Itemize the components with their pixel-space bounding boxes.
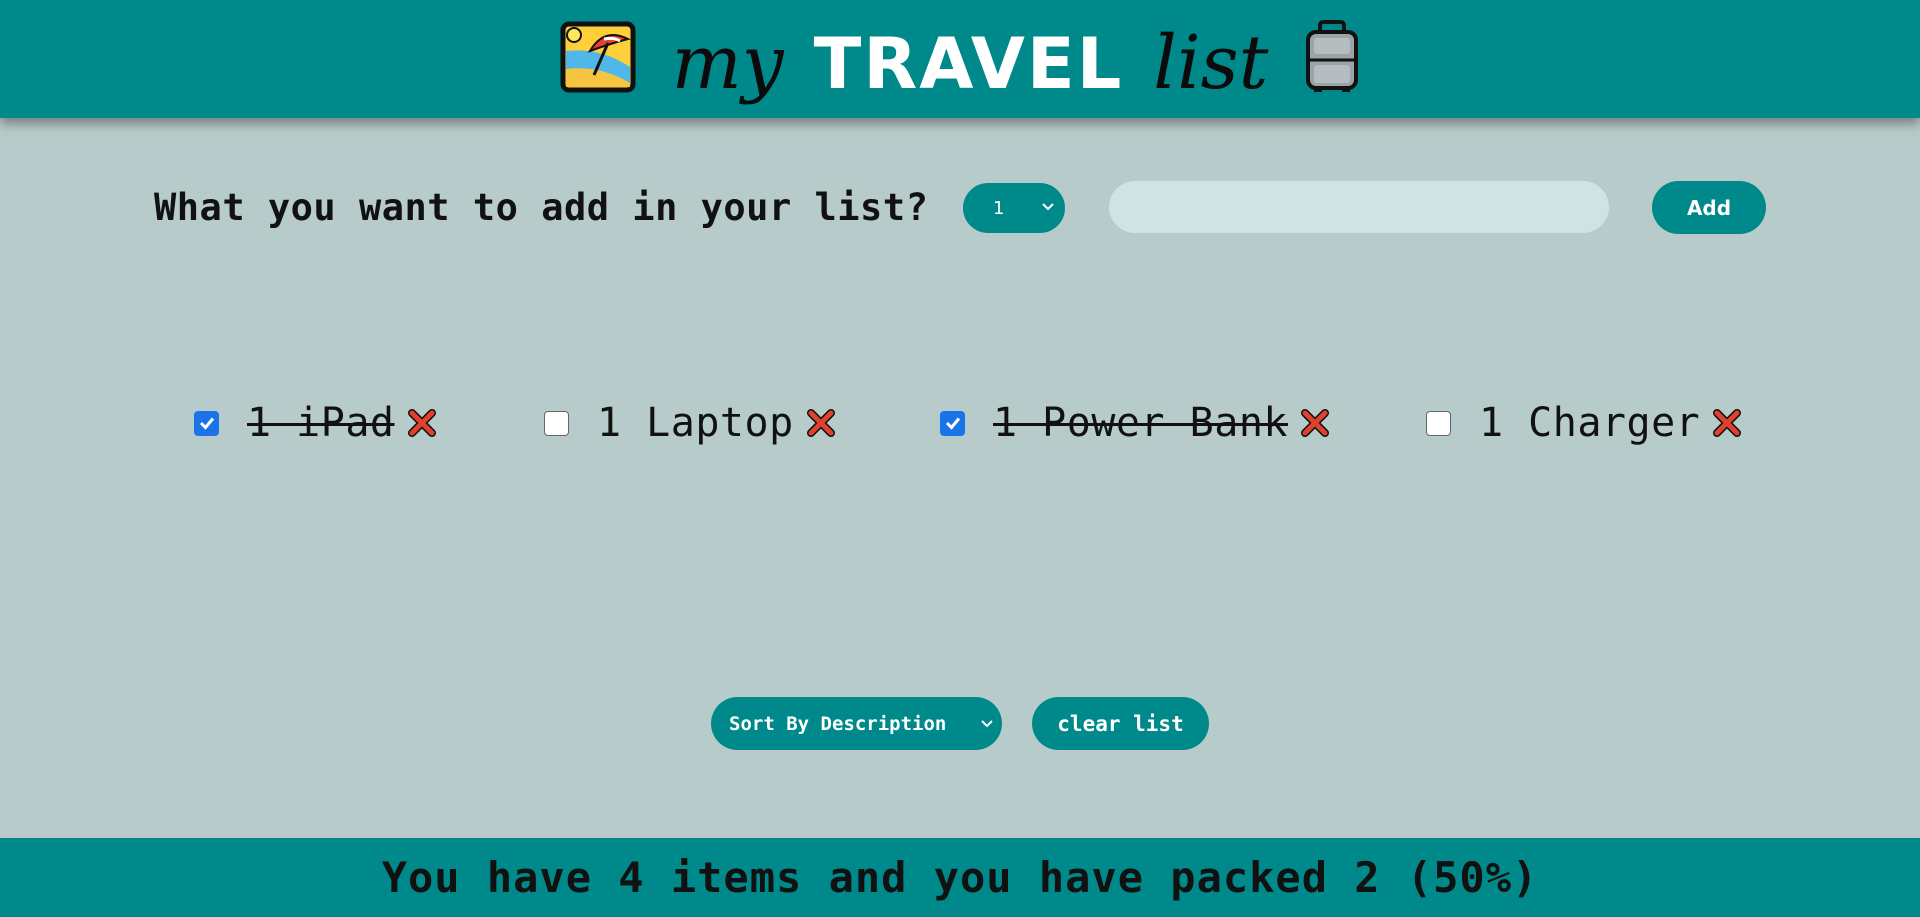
add-question-label: What you want to add in your list?: [154, 186, 929, 229]
item-label: 1 Charger: [1479, 400, 1701, 446]
item-checkbox[interactable]: [1426, 410, 1451, 436]
add-item-form: What you want to add in your list? 1 Add: [0, 180, 1920, 236]
delete-icon[interactable]: [806, 408, 836, 438]
sort-select[interactable]: Sort By Description: [711, 697, 1002, 750]
item-label: 1 iPad: [247, 400, 395, 446]
clear-list-button[interactable]: clear list: [1032, 697, 1209, 750]
title-word-my: my: [671, 20, 784, 106]
quantity-value: 1: [993, 197, 1005, 219]
list-item: 1 iPad: [194, 398, 437, 448]
luggage-icon: [1304, 20, 1360, 98]
item-label: 1 Laptop: [597, 400, 794, 446]
packing-list: 1 iPad 1 Laptop 1 Power Bank 1 Charger: [0, 398, 1920, 448]
beach-umbrella-icon: [560, 21, 636, 97]
delete-icon[interactable]: [1300, 408, 1330, 438]
item-checkbox[interactable]: [544, 410, 569, 436]
packing-stats: You have 4 items and you have packed 2 (…: [381, 853, 1539, 902]
list-controls: Sort By Description clear list: [0, 697, 1920, 750]
item-checkbox[interactable]: [194, 410, 219, 436]
list-item: 1 Laptop: [544, 398, 836, 448]
app-title: my TRAVEL list: [560, 12, 1361, 106]
delete-icon[interactable]: [1712, 408, 1742, 438]
item-checkbox[interactable]: [940, 410, 965, 436]
stats-footer: You have 4 items and you have packed 2 (…: [0, 838, 1920, 917]
app-header: my TRAVEL list: [0, 0, 1920, 118]
quantity-select[interactable]: 1: [963, 183, 1065, 233]
sort-value: Sort By Description: [729, 712, 947, 735]
title-word-list: list: [1153, 20, 1269, 106]
chevron-down-icon: [980, 714, 994, 736]
title-word-travel: TRAVEL: [813, 23, 1124, 105]
item-input[interactable]: [1109, 181, 1609, 233]
list-item: 1 Power Bank: [940, 398, 1330, 448]
chevron-down-icon: [1041, 198, 1055, 219]
add-button[interactable]: Add: [1652, 181, 1766, 234]
item-label: 1 Power Bank: [993, 400, 1288, 446]
list-item: 1 Charger: [1426, 398, 1742, 448]
delete-icon[interactable]: [407, 408, 437, 438]
